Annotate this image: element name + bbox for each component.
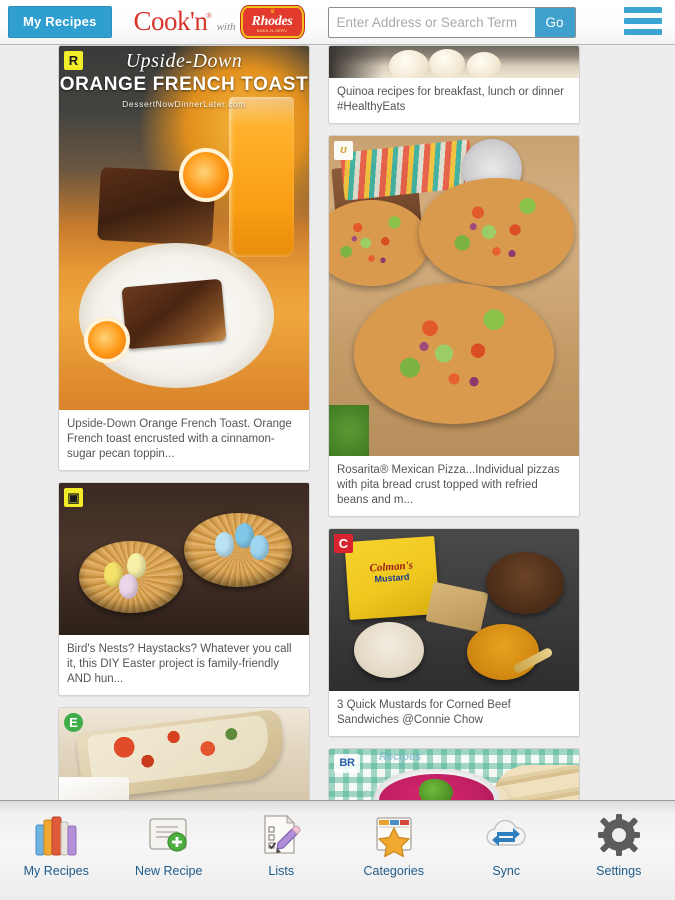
source-badge: BR xyxy=(334,754,360,773)
pita-pizza xyxy=(419,177,574,287)
egg xyxy=(466,51,501,78)
brand-registered-mark: ® xyxy=(206,13,212,21)
overlay-url-text: DessertNowDinnerLater.com xyxy=(122,99,246,109)
recipe-card[interactable]: Recipes BR xyxy=(328,748,580,800)
toolbar-item-categories[interactable]: Categories xyxy=(338,811,451,878)
source-badge: ▣ xyxy=(64,488,83,507)
search-bar: Go xyxy=(327,6,576,38)
recipe-card[interactable]: R Upside-Down ORANGE FRENCH TOAST Desser… xyxy=(58,45,310,471)
app-root: My Recipes Cook'n® with ♛ Rhodes BAKE-N-… xyxy=(0,0,675,900)
feed-column-left: R Upside-Down ORANGE FRENCH TOAST Desser… xyxy=(58,45,310,800)
toolbar-item-settings[interactable]: Settings xyxy=(563,811,675,878)
overlay-script-text: Upside-Down xyxy=(125,50,243,72)
source-badge: E xyxy=(64,713,83,732)
recipe-image: ʊ xyxy=(329,136,579,456)
orange-slice xyxy=(84,316,130,363)
recipe-caption: 3 Quick Mustards for Corned Beef Sandwic… xyxy=(337,699,511,726)
recipe-caption: Bird's Nests? Haystacks? Whatever you ca… xyxy=(67,643,292,685)
overlay-title-text: ORANGE FRENCH TOAST xyxy=(59,74,309,95)
toolbar-item-new-recipe[interactable]: New Recipe xyxy=(113,811,226,878)
recipe-caption: Upside-Down Orange French Toast. Orange … xyxy=(67,418,292,460)
masonry-columns: R Upside-Down ORANGE FRENCH TOAST Desser… xyxy=(0,45,675,800)
toolbar-label: Sync xyxy=(492,864,521,878)
recipe-card[interactable]: ʊ Rosarita® Mexican Pizza...Individual p… xyxy=(328,135,580,517)
bottom-toolbar: My Recipes New Recipe Lists Categories S… xyxy=(0,800,675,900)
egg xyxy=(389,50,429,78)
brand-logo: Cook'n® with ♛ Rhodes BAKE-N-SERV xyxy=(134,6,304,38)
my-recipes-button[interactable]: My Recipes xyxy=(8,6,112,38)
feed-column-right: Quinoa recipes for breakfast, lunch or d… xyxy=(328,45,580,800)
go-button[interactable]: Go xyxy=(534,7,575,37)
recipe-image: ▣ xyxy=(59,483,309,635)
candy-egg xyxy=(250,534,269,560)
rhodes-subtitle-text: BAKE-N-SERV xyxy=(256,28,288,33)
checklist-pencil-icon xyxy=(258,811,304,859)
recipe-card[interactable]: E xyxy=(58,707,310,800)
recipe-image xyxy=(329,46,579,78)
recipe-card[interactable]: Quinoa recipes for breakfast, lunch or d… xyxy=(328,45,580,124)
photo-art xyxy=(329,46,579,78)
photo-art xyxy=(59,708,309,800)
recipe-image: Colman's Mustard C xyxy=(329,529,579,691)
photo-art xyxy=(59,483,309,635)
hamburger-bar xyxy=(624,7,662,13)
toolbar-label: My Recipes xyxy=(23,864,89,878)
recipe-caption: Quinoa recipes for breakfast, lunch or d… xyxy=(337,86,564,113)
recipe-image: E xyxy=(59,708,309,800)
top-bar: My Recipes Cook'n® with ♛ Rhodes BAKE-N-… xyxy=(0,0,675,45)
watermark-logo-text: Recipes xyxy=(379,750,422,763)
toolbar-label: Lists xyxy=(268,864,295,878)
rhodes-name-text: Rhodes xyxy=(251,14,293,29)
recipe-feed[interactable]: R Upside-Down ORANGE FRENCH TOAST Desser… xyxy=(0,45,675,800)
photo-shadow xyxy=(329,46,384,78)
french-toast-slice xyxy=(121,278,227,349)
brand-cookn-text: Cook'n® xyxy=(133,5,212,36)
source-badge: R xyxy=(64,51,83,70)
cracker xyxy=(425,581,489,633)
egg xyxy=(429,48,465,78)
toolbar-item-my-recipes[interactable]: My Recipes xyxy=(0,811,113,878)
recipe-caption: Rosarita® Mexican Pizza...Individual piz… xyxy=(337,464,560,506)
search-input[interactable] xyxy=(328,7,535,37)
lettuce-garnish xyxy=(329,404,369,456)
recipe-image: Recipes BR xyxy=(329,749,579,800)
photo-art xyxy=(329,136,579,456)
source-badge: ʊ xyxy=(334,141,353,160)
brand-with-text: with xyxy=(216,21,236,33)
recipe-card[interactable]: Colman's Mustard C 3 Quick Mustards for … xyxy=(328,528,580,737)
cream-mustard-bowl xyxy=(354,622,424,679)
source-badge-text: BR xyxy=(339,757,355,769)
new-document-plus-icon xyxy=(146,811,192,859)
hamburger-bar xyxy=(624,29,662,35)
toolbar-item-sync[interactable]: Sync xyxy=(450,811,563,878)
photo-art: Recipes xyxy=(329,749,579,800)
folder-star-icon xyxy=(371,811,417,859)
recipe-image: R Upside-Down ORANGE FRENCH TOAST Desser… xyxy=(59,46,309,410)
rhodes-sponsor-logo: ♛ Rhodes BAKE-N-SERV xyxy=(240,6,304,38)
toolbar-label: New Recipe xyxy=(135,864,203,878)
orange-juice-glass xyxy=(229,96,294,258)
pita-pizza xyxy=(354,283,554,424)
toolbar-label: Categories xyxy=(363,864,424,878)
hamburger-bar xyxy=(624,18,662,24)
noodle-nest xyxy=(183,513,292,588)
source-badge: C xyxy=(334,534,353,553)
honey-mustard-bowl xyxy=(467,623,539,680)
image-overlay-text: Upside-Down ORANGE FRENCH TOAST DessertN… xyxy=(59,50,309,109)
hamburger-menu-icon[interactable] xyxy=(624,7,662,35)
toolbar-label: Settings xyxy=(596,864,642,878)
cloud-sync-icon xyxy=(481,811,531,859)
candy-egg xyxy=(215,531,234,557)
books-icon xyxy=(33,811,79,859)
side-dish xyxy=(59,777,129,800)
candy-egg xyxy=(119,574,138,600)
recipe-card[interactable]: ▣ Bird's Nests? Haystacks? Whatever you … xyxy=(58,482,310,696)
toolbar-item-lists[interactable]: Lists xyxy=(225,811,338,878)
dark-mustard-bowl xyxy=(486,551,564,614)
mustard-box: Colman's Mustard xyxy=(343,535,440,620)
photo-art: Colman's Mustard xyxy=(329,529,579,691)
gear-icon xyxy=(596,811,642,859)
